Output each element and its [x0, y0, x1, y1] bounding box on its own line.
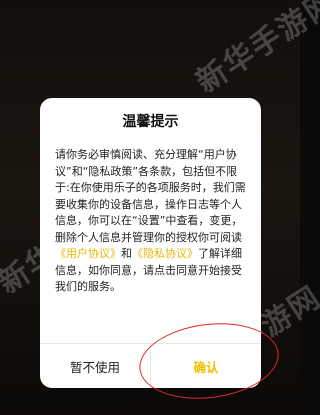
privacy-dialog: 温馨提示 请你务必审慎阅读、充分理解“用户协议”和“隐私政策”各条款，包括但不限…: [40, 98, 261, 388]
confirm-button[interactable]: 确认: [151, 344, 261, 388]
decline-button[interactable]: 暂不使用: [40, 344, 151, 388]
dialog-message: 请你务必审慎阅读、充分理解“用户协议”和“隐私政策”各条款，包括但不限于:在你使…: [55, 147, 249, 296]
message-text: 请你务必审慎阅读、充分理解“用户协议”和“隐私政策”各条款，包括但不限于:在你使…: [55, 148, 246, 244]
dialog-footer: 暂不使用 确认: [40, 343, 261, 388]
user-agreement-link[interactable]: 《用户协议》: [55, 247, 121, 260]
message-text: 和: [121, 247, 132, 260]
privacy-policy-link[interactable]: 《隐私协议》: [132, 247, 198, 260]
dialog-title: 温馨提示: [122, 114, 179, 130]
